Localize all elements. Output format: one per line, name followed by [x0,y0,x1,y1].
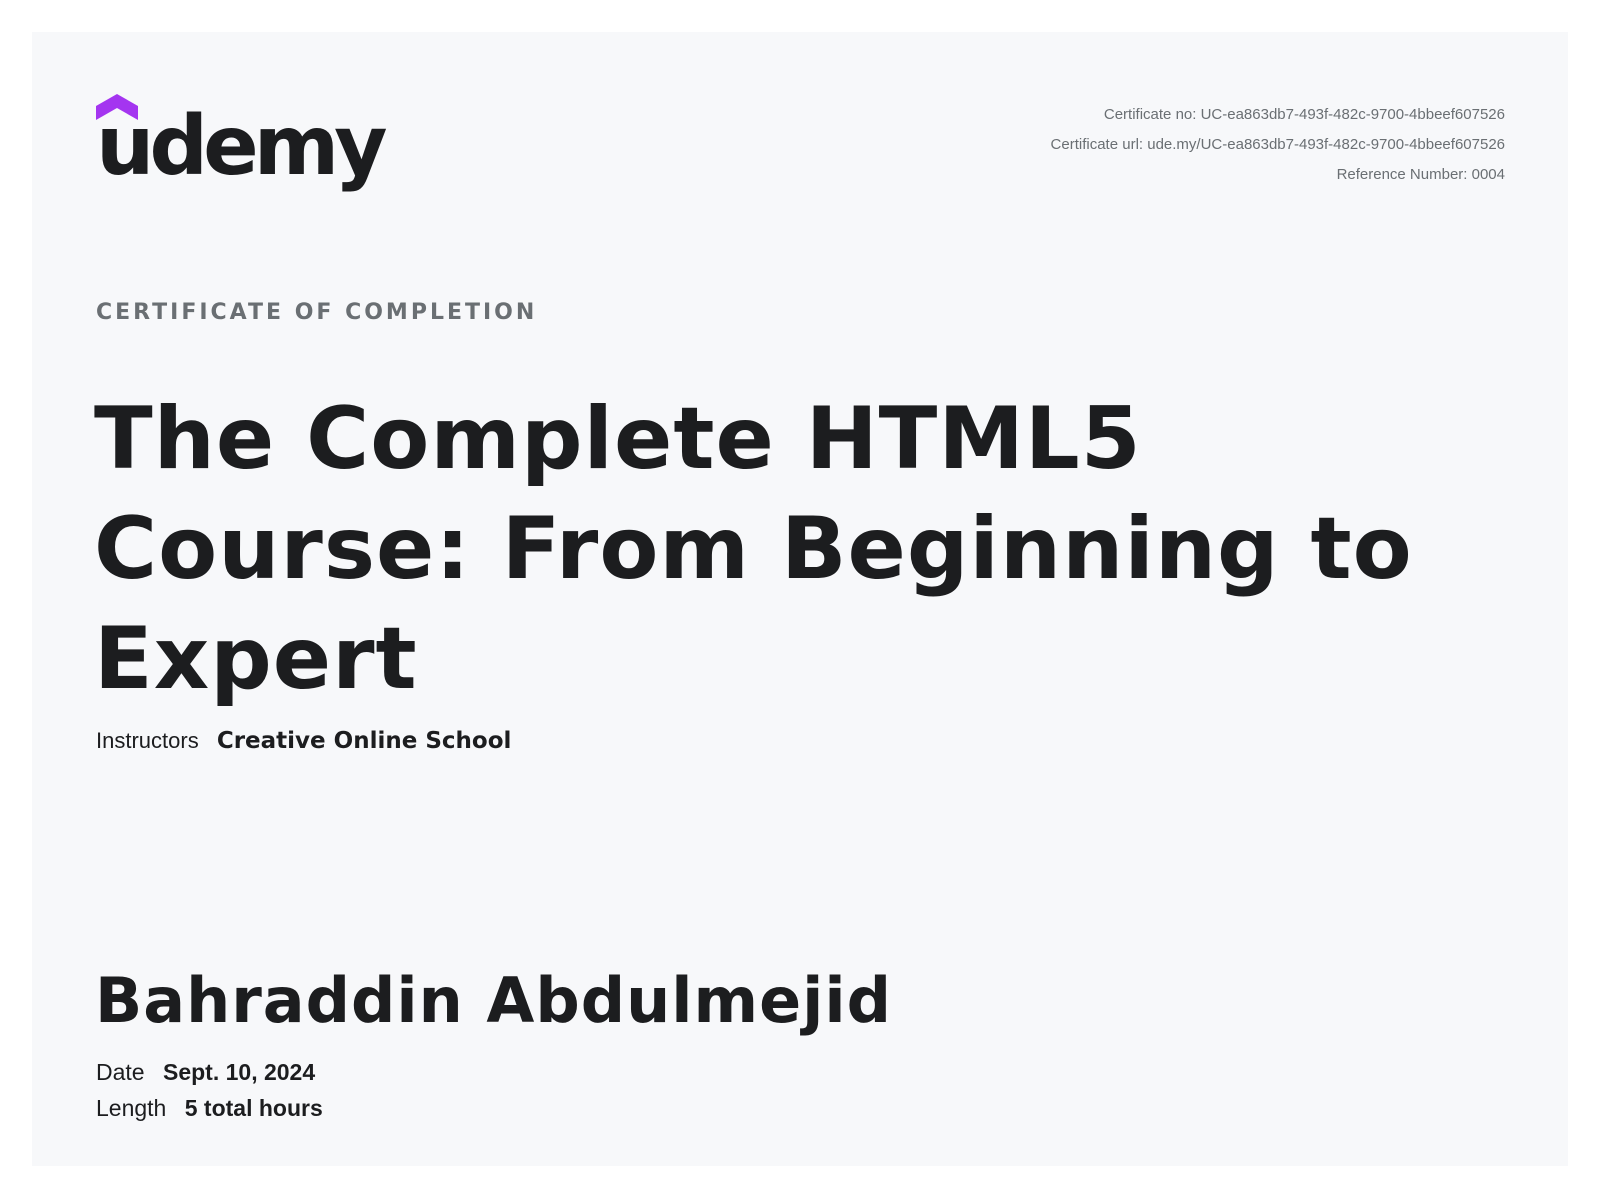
certificate-subtitle: CERTIFICATE OF COMPLETION [96,300,538,325]
certificate-number: Certificate no: UC-ea863db7-493f-482c-97… [1103,106,1505,123]
udemy-logo-wordmark: udemy [96,99,388,194]
instructors-label: Instructors [96,728,199,753]
instructors-row: Instructors Creative Online School [96,728,511,754]
certificate-url[interactable]: Certificate url: ude.my/UC-ea863db7-493f… [1051,130,1505,160]
date-row: Date Sept. 10, 2024 [96,1059,315,1086]
certificate-card: udemy Certificate no: UC-ea863db7-493f-4… [32,32,1568,1166]
udemy-logo: udemy [96,94,388,194]
date-value: Sept. 10, 2024 [162,1059,316,1085]
reference-number: Reference Number: 0004 [1336,166,1505,183]
certificate-meta: Certificate no: UC-ea863db7-493f-482c-97… [1051,100,1505,190]
length-value: 5 total hours [184,1095,323,1121]
student-name: Bahraddin Abdulmejid [95,964,893,1037]
length-row: Length 5 total hours [96,1095,323,1122]
course-title: The Complete HTML5 Course: From Beginnin… [94,389,1413,709]
length-label: Length [96,1095,167,1121]
instructors-value: Creative Online School [216,728,512,754]
date-label: Date [96,1059,145,1085]
